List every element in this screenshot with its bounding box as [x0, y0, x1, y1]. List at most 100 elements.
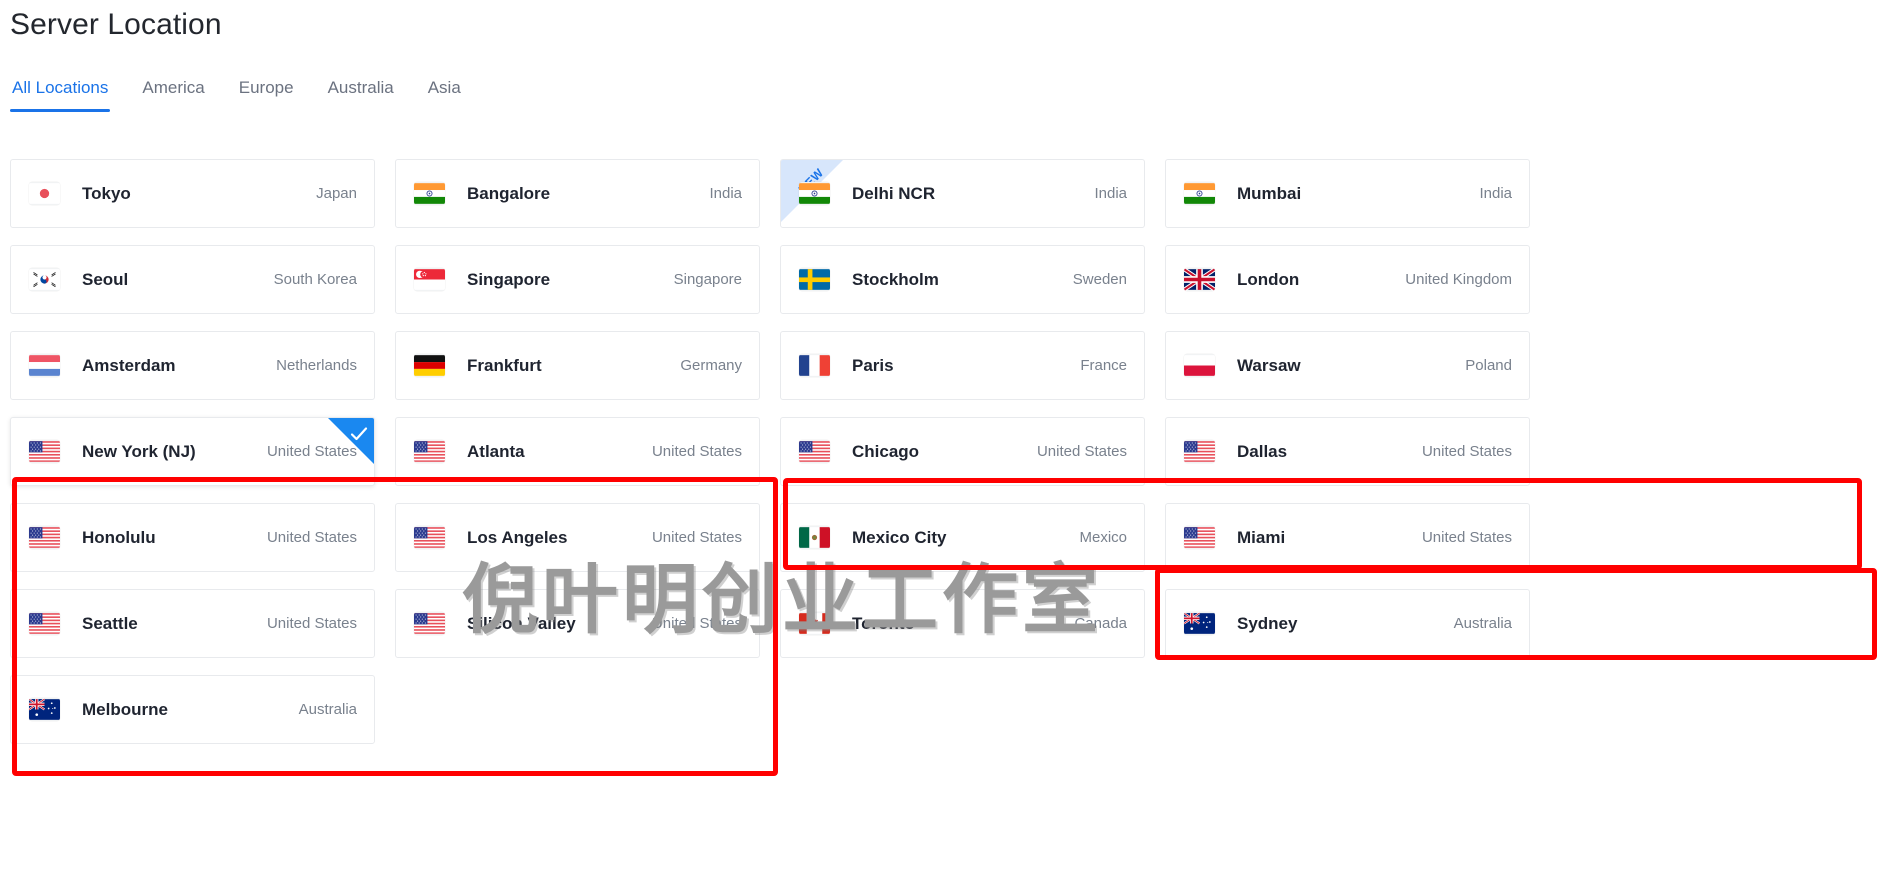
- location-card[interactable]: Miami United States: [1165, 503, 1530, 572]
- location-card[interactable]: Bangalore India: [395, 159, 760, 228]
- location-country-name: Canada: [1074, 615, 1127, 632]
- location-city-name: Bangalore: [467, 183, 551, 203]
- flag-in-icon: [414, 182, 445, 205]
- location-card[interactable]: Paris France: [780, 331, 1145, 400]
- location-card[interactable]: Amsterdam Netherlands: [10, 331, 375, 400]
- flag-us-icon: [1184, 440, 1215, 463]
- flag-in-icon: [799, 182, 830, 205]
- location-country-name: India: [1479, 185, 1512, 202]
- location-card[interactable]: Chicago United States: [780, 417, 1145, 486]
- location-card[interactable]: New York (NJ) United States: [10, 417, 375, 486]
- location-card[interactable]: Melbourne Australia: [10, 675, 375, 744]
- location-city-name: Sydney: [1237, 613, 1298, 633]
- flag-in-icon: [1184, 182, 1215, 205]
- location-card[interactable]: Sydney Australia: [1165, 589, 1530, 658]
- location-city-name: Mexico City: [852, 527, 947, 547]
- tab-europe[interactable]: Europe: [222, 78, 311, 112]
- location-card[interactable]: Mexico City Mexico: [780, 503, 1145, 572]
- location-card[interactable]: Seoul South Korea: [10, 245, 375, 314]
- location-city-name: New York (NJ): [82, 441, 196, 461]
- location-city-name: Stockholm: [852, 269, 939, 289]
- flag-sg-icon: [414, 268, 445, 291]
- location-country-name: Japan: [316, 185, 357, 202]
- check-icon: [349, 424, 369, 444]
- location-card-grid: Tokyo Japan Bangalore India NEW Delhi NCR Indi…: [10, 159, 1550, 744]
- location-country-name: Germany: [680, 357, 742, 374]
- location-card[interactable]: Honolulu United States: [10, 503, 375, 572]
- location-city-name: Tokyo: [82, 183, 131, 203]
- location-card[interactable]: Atlanta United States: [395, 417, 760, 486]
- flag-us-icon: [414, 612, 445, 635]
- location-city-name: Los Angeles: [467, 527, 568, 547]
- location-city-name: Seattle: [82, 613, 138, 633]
- location-city-name: London: [1237, 269, 1300, 289]
- flag-kr-icon: [29, 268, 60, 291]
- location-city-name: Singapore: [467, 269, 551, 289]
- flag-se-icon: [799, 268, 830, 291]
- location-country-name: United States: [266, 443, 357, 460]
- location-card[interactable]: Dallas United States: [1165, 417, 1530, 486]
- location-filter-tabs: All Locations America Europe Australia Asia: [10, 78, 478, 112]
- tab-label: Europe: [238, 78, 294, 97]
- flag-mx-icon: [799, 526, 830, 549]
- flag-us-icon: [29, 526, 60, 549]
- location-country-name: United States: [266, 615, 357, 632]
- location-card[interactable]: Mumbai India: [1165, 159, 1530, 228]
- location-card[interactable]: Frankfurt Germany: [395, 331, 760, 400]
- flag-au-icon: [1184, 612, 1215, 635]
- location-country-name: United Kingdom: [1405, 271, 1512, 288]
- tab-label: All Locations: [12, 78, 109, 97]
- location-card[interactable]: Tokyo Japan: [10, 159, 375, 228]
- location-city-name: Delhi NCR: [852, 183, 936, 203]
- location-card[interactable]: Stockholm Sweden: [780, 245, 1145, 314]
- location-card[interactable]: Seattle United States: [10, 589, 375, 658]
- location-card[interactable]: Warsaw Poland: [1165, 331, 1530, 400]
- location-card[interactable]: Singapore Singapore: [395, 245, 760, 314]
- location-card[interactable]: Toronto Canada: [780, 589, 1145, 658]
- tab-australia[interactable]: Australia: [311, 78, 411, 112]
- location-city-name: Honolulu: [82, 527, 156, 547]
- server-location-page: Server Location All Locations America Euro…: [0, 0, 1902, 890]
- location-city-name: Toronto: [852, 613, 915, 633]
- location-country-name: Australia: [298, 701, 357, 718]
- tab-label: Australia: [327, 78, 394, 97]
- location-country-name: South Korea: [273, 271, 357, 288]
- flag-gb-icon: [1184, 268, 1215, 291]
- location-city-name: Paris: [852, 355, 894, 375]
- location-city-name: Chicago: [852, 441, 920, 461]
- location-country-name: Poland: [1465, 357, 1512, 374]
- location-country-name: Sweden: [1072, 271, 1127, 288]
- location-city-name: Mumbai: [1237, 183, 1302, 203]
- flag-us-icon: [414, 440, 445, 463]
- location-country-name: Mexico: [1079, 529, 1127, 546]
- location-card[interactable]: London United Kingdom: [1165, 245, 1530, 314]
- flag-us-icon: [799, 440, 830, 463]
- flag-au-icon: [29, 698, 60, 721]
- flag-fr-icon: [799, 354, 830, 377]
- location-city-name: Seoul: [82, 269, 129, 289]
- flag-ca-icon: [799, 612, 830, 635]
- location-country-name: United States: [651, 615, 742, 632]
- location-country-name: United States: [651, 443, 742, 460]
- flag-us-icon: [29, 440, 60, 463]
- tab-asia[interactable]: Asia: [411, 78, 478, 112]
- location-city-name: Warsaw: [1237, 355, 1301, 375]
- location-city-name: Melbourne: [82, 699, 168, 719]
- flag-de-icon: [414, 354, 445, 377]
- page-title: Server Location: [10, 8, 222, 41]
- location-card[interactable]: Los Angeles United States: [395, 503, 760, 572]
- location-card[interactable]: NEW Delhi NCR India: [780, 159, 1145, 228]
- location-country-name: United States: [266, 529, 357, 546]
- location-card[interactable]: Silicon Valley United States: [395, 589, 760, 658]
- location-country-name: Singapore: [673, 271, 742, 288]
- tab-america[interactable]: America: [125, 78, 221, 112]
- location-country-name: India: [709, 185, 742, 202]
- location-city-name: Miami: [1237, 527, 1286, 547]
- location-country-name: United States: [1421, 443, 1512, 460]
- tab-label: Asia: [427, 78, 461, 97]
- flag-jp-icon: [29, 182, 60, 205]
- tab-all-locations[interactable]: All Locations: [10, 78, 125, 112]
- location-country-name: India: [1094, 185, 1127, 202]
- location-city-name: Atlanta: [467, 441, 525, 461]
- flag-pl-icon: [1184, 354, 1215, 377]
